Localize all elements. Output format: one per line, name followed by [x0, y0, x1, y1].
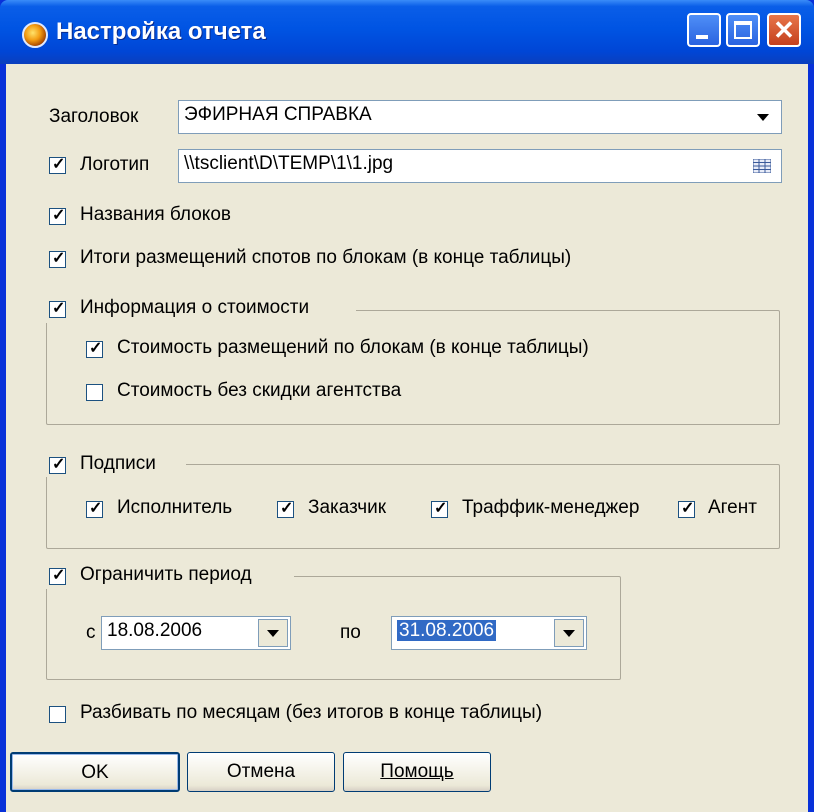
cost-no-discount-checkbox[interactable] — [86, 384, 103, 401]
period-to-selected-text: 31.08.2006 — [397, 620, 497, 641]
ok-button[interactable]: OK — [10, 752, 180, 792]
window-title: Настройка отчета — [56, 18, 266, 45]
minimize-button[interactable] — [687, 13, 721, 47]
close-icon: ✕ — [773, 15, 795, 45]
period-to-value: 31.08.2006 — [397, 620, 497, 642]
logo-checkbox[interactable]: ✓ — [49, 156, 66, 174]
customer-checkbox[interactable]: ✓ — [277, 500, 294, 518]
cost-by-blocks-checkbox[interactable]: ✓ — [86, 340, 103, 358]
checkmark-icon: ✓ — [52, 300, 66, 317]
minimize-icon — [696, 35, 708, 39]
logo-path-value: \\tsclient\D\TEMP\1\1.jpg — [184, 153, 394, 174]
close-button[interactable]: ✕ — [767, 13, 801, 47]
checkmark-icon: ✓ — [52, 250, 66, 267]
signatures-checkbox[interactable]: ✓ — [49, 456, 66, 474]
split-by-months-checkbox[interactable] — [49, 706, 66, 723]
block-names-label: Названия блоков — [80, 204, 231, 225]
executor-checkbox[interactable]: ✓ — [86, 500, 103, 518]
checkmark-icon: ✓ — [52, 207, 66, 224]
help-button[interactable]: Помощь — [343, 752, 491, 792]
checkmark-icon: ✓ — [681, 500, 695, 517]
browse-icon[interactable] — [753, 159, 771, 173]
period-to-label: по — [340, 622, 361, 643]
checkmark-icon: ✓ — [89, 500, 103, 517]
period-to-dropdown-button[interactable] — [554, 619, 584, 647]
spot-totals-label: Итоги размещений спотов по блокам (в кон… — [80, 247, 572, 268]
app-icon — [22, 22, 48, 48]
cost-info-checkbox[interactable]: ✓ — [49, 300, 66, 318]
cost-no-discount-label: Стоимость без скидки агентства — [117, 380, 402, 401]
checkmark-icon: ✓ — [52, 567, 66, 584]
chevron-down-icon[interactable] — [757, 114, 769, 121]
period-to-date-picker[interactable]: 31.08.2006 — [391, 616, 587, 650]
maximize-button[interactable] — [726, 13, 760, 47]
spot-totals-checkbox[interactable]: ✓ — [49, 250, 66, 268]
split-by-months-label: Разбивать по месяцам (без итогов в конце… — [80, 702, 543, 723]
traffic-manager-checkbox[interactable]: ✓ — [431, 500, 448, 518]
agent-label: Агент — [708, 497, 757, 518]
cost-by-blocks-label: Стоимость размещений по блокам (в конце … — [117, 337, 589, 358]
cost-info-label: Информация о стоимости — [80, 297, 310, 318]
signatures-label: Подписи — [80, 453, 156, 474]
period-from-date-picker[interactable]: 18.08.2006 — [101, 616, 291, 650]
help-button-label: Помощь — [380, 761, 454, 782]
header-label: Заголовок — [49, 106, 139, 127]
header-combobox[interactable]: ЭФИРНАЯ СПРАВКА — [178, 100, 782, 134]
period-checkbox[interactable]: ✓ — [49, 567, 66, 585]
period-from-dropdown-button[interactable] — [258, 619, 288, 647]
chevron-down-icon — [267, 630, 279, 637]
maximize-icon — [734, 21, 752, 39]
period-label: Ограничить период — [80, 564, 252, 585]
dialog-window: Настройка отчета ✕ Заголовок ЭФИРНАЯ СПР… — [0, 0, 814, 812]
checkmark-icon: ✓ — [52, 156, 66, 173]
checkmark-icon: ✓ — [280, 500, 294, 517]
header-value: ЭФИРНАЯ СПРАВКА — [184, 104, 372, 125]
chevron-down-icon — [563, 630, 575, 637]
logo-label: Логотип — [80, 154, 150, 175]
logo-path-field[interactable]: \\tsclient\D\TEMP\1\1.jpg — [178, 149, 782, 183]
executor-label: Исполнитель — [117, 497, 233, 518]
cancel-button[interactable]: Отмена — [187, 752, 335, 792]
period-from-value: 18.08.2006 — [107, 620, 203, 641]
period-from-label: с — [86, 622, 96, 643]
checkmark-icon: ✓ — [52, 456, 66, 473]
checkmark-icon: ✓ — [89, 340, 103, 357]
block-names-checkbox[interactable]: ✓ — [49, 207, 66, 225]
title-bar[interactable]: Настройка отчета ✕ — [0, 0, 814, 64]
customer-label: Заказчик — [308, 497, 387, 518]
cost-info-group — [46, 310, 780, 425]
traffic-manager-label: Траффик-менеджер — [462, 497, 640, 518]
dialog-body: Заголовок ЭФИРНАЯ СПРАВКА ✓ Логотип \\ts… — [6, 64, 808, 812]
checkmark-icon: ✓ — [434, 500, 448, 517]
agent-checkbox[interactable]: ✓ — [678, 500, 695, 518]
